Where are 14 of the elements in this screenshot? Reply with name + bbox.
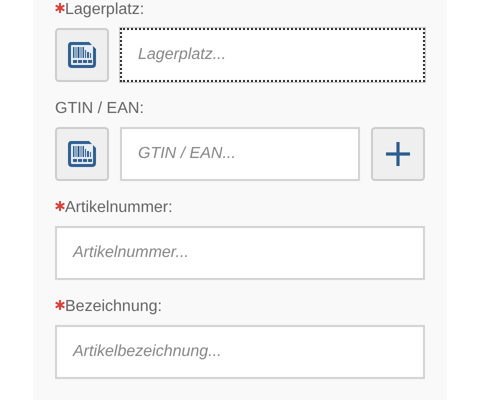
add-button[interactable] xyxy=(371,127,425,181)
input-field[interactable]: Lagerplatz... xyxy=(120,28,425,82)
field-label: GTIN / EAN: xyxy=(55,99,144,119)
barcode-icon xyxy=(67,140,97,168)
scan-button[interactable] xyxy=(55,28,109,82)
input-field[interactable]: GTIN / EAN... xyxy=(120,127,360,181)
input-field[interactable]: Artikelbezeichnung... xyxy=(55,325,425,379)
plus-icon xyxy=(385,141,411,167)
input-field[interactable]: Artikelnummer... xyxy=(55,226,425,280)
barcode-icon xyxy=(67,41,97,69)
field-label: Lagerplatz: xyxy=(65,0,144,20)
field-label: Bezeichnung: xyxy=(65,297,162,317)
field-label: Artikelnummer: xyxy=(65,198,173,218)
scan-button[interactable] xyxy=(55,127,109,181)
